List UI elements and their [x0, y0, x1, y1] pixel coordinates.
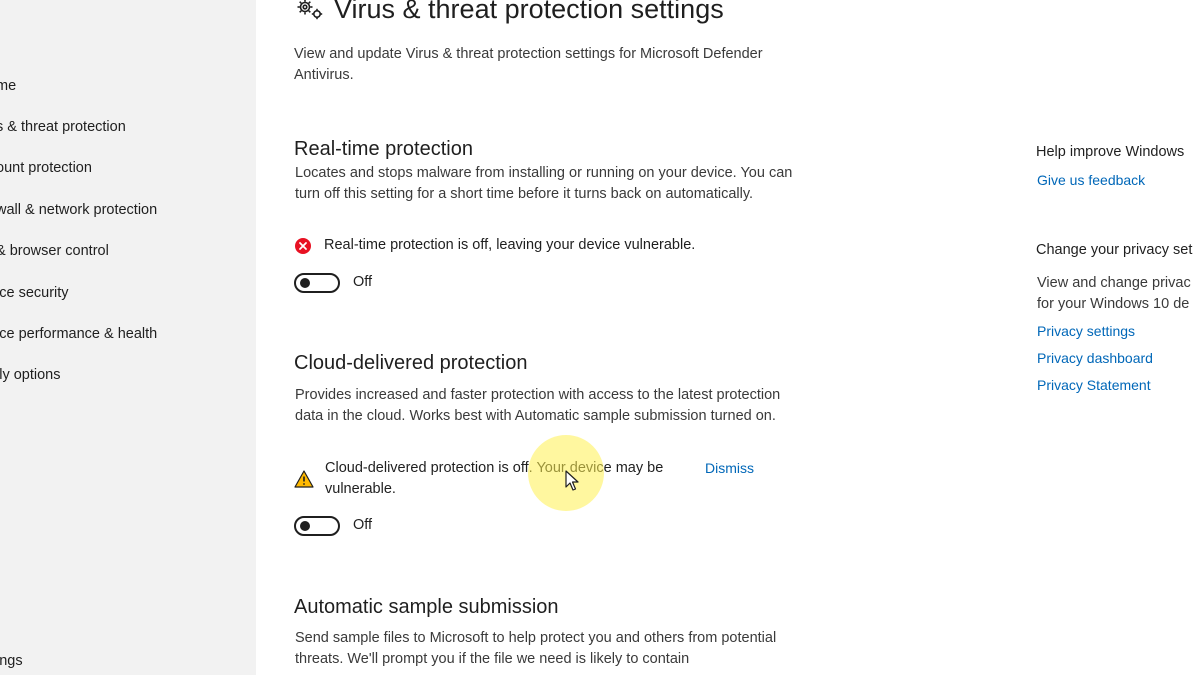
error-circle-icon — [295, 238, 311, 254]
cloud-status: Cloud-delivered protection is off. Your … — [294, 458, 754, 500]
sidebar-item-family-options[interactable]: ily options — [0, 367, 60, 383]
privacy-settings-link[interactable]: Privacy settings — [1037, 323, 1135, 339]
realtime-protection-description: Locates and stops malware from installin… — [295, 165, 793, 202]
sample-submission-description: Send sample files to Microsoft to help p… — [295, 630, 777, 667]
cloud-status-text: Cloud-delivered protection is off. Your … — [325, 460, 664, 497]
page-title: Virus & threat protection settings — [334, 0, 724, 24]
cloud-protection-description: Provides increased and faster protection… — [295, 387, 781, 424]
gear-icon — [297, 0, 323, 20]
sidebar-item-virus-threat-protection[interactable]: s & threat protection — [0, 119, 126, 135]
give-feedback-link[interactable]: Give us feedback — [1037, 172, 1145, 188]
warning-triangle-icon — [294, 470, 314, 488]
help-improve-heading: Help improve Windows — [1036, 144, 1185, 160]
realtime-status-text: Real-time protection is off, leaving you… — [324, 237, 696, 253]
cloud-protection-toggle[interactable] — [294, 516, 340, 536]
sidebar-nav: me s & threat protection ount protection… — [0, 0, 256, 675]
main-content: Virus & threat protection settings View … — [256, 0, 1200, 675]
realtime-protection-title: Real-time protection — [294, 138, 473, 160]
realtime-status: Real-time protection is off, leaving you… — [294, 235, 695, 256]
page-description: View and update Virus & threat protectio… — [294, 46, 763, 83]
cloud-toggle-label: Off — [353, 517, 373, 533]
dismiss-link[interactable]: Dismiss — [705, 458, 754, 479]
sidebar-item-account-protection[interactable]: ount protection — [0, 160, 92, 176]
privacy-dashboard-link[interactable]: Privacy dashboard — [1037, 350, 1153, 366]
sidebar-item-app-browser-control[interactable]: & browser control — [0, 243, 109, 259]
sidebar-item-device-security[interactable]: ice security — [0, 285, 69, 301]
privacy-heading: Change your privacy set — [1036, 242, 1193, 258]
cloud-protection-title: Cloud-delivered protection — [294, 352, 528, 374]
sidebar-item-home[interactable]: me — [0, 78, 16, 94]
sidebar-item-firewall-network[interactable]: wall & network protection — [0, 202, 157, 218]
privacy-text-line-1: View and change privac — [1037, 275, 1191, 291]
privacy-statement-link[interactable]: Privacy Statement — [1037, 377, 1151, 393]
sidebar-item-settings[interactable]: ings — [0, 653, 23, 669]
sample-submission-title: Automatic sample submission — [294, 596, 559, 618]
toggle-knob — [300, 278, 310, 288]
sidebar-item-device-performance[interactable]: ice performance & health — [0, 326, 157, 342]
realtime-toggle-label: Off — [353, 274, 373, 290]
realtime-protection-toggle[interactable] — [294, 273, 340, 293]
privacy-text-line-2: for your Windows 10 de — [1037, 296, 1190, 312]
toggle-knob — [300, 521, 310, 531]
